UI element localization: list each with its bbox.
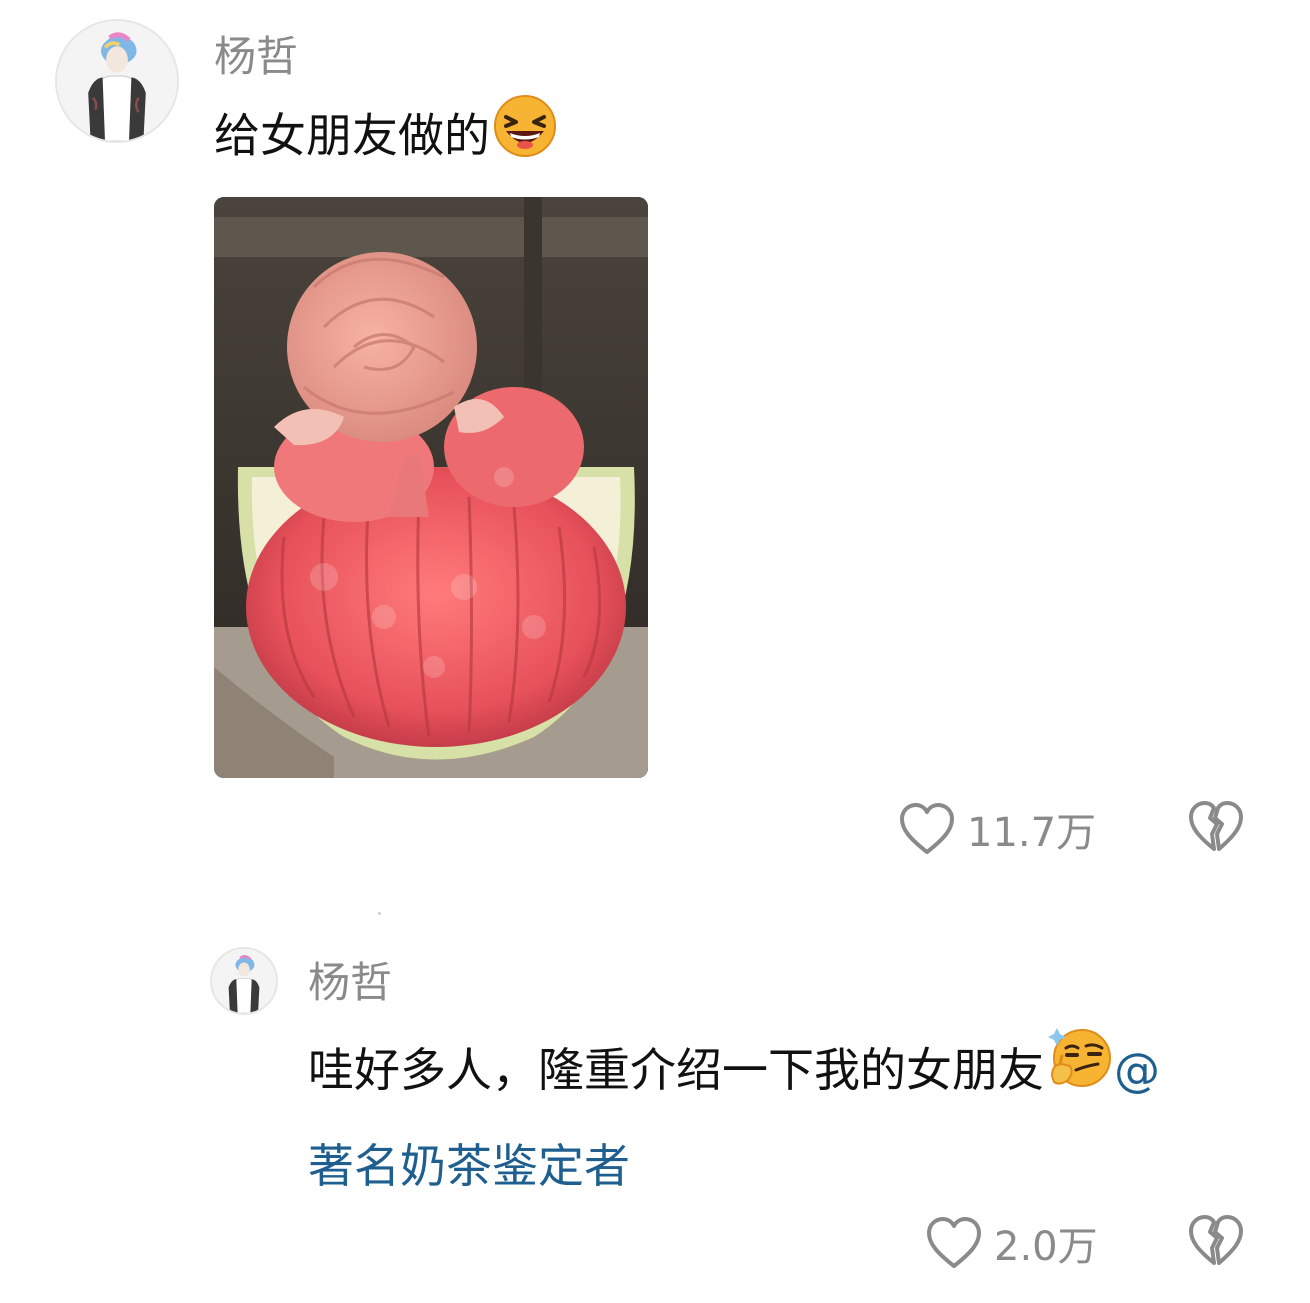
dislike-button[interactable] — [1188, 800, 1244, 858]
reply-like-count: 2.0万 — [994, 1224, 1098, 1270]
heart-outline-icon — [900, 803, 954, 854]
avatar[interactable] — [55, 19, 179, 143]
reply-text: 哇好多人，隆重介绍一下我的女朋友 @ 著名奶茶鉴定者 — [308, 1025, 1268, 1211]
broken-heart-icon — [1189, 801, 1243, 851]
comment-body: 给女朋友做的 — [214, 108, 490, 163]
pomelo-photo[interactable] — [214, 197, 648, 778]
username[interactable]: 杨哲 — [214, 36, 298, 78]
like-count: 11.7万 — [967, 810, 1097, 856]
grinning-squint-emoji — [492, 93, 558, 185]
reply-body: 哇好多人，隆重介绍一下我的女朋友 — [308, 1043, 1044, 1097]
like-button[interactable]: 11.7万 — [899, 800, 1096, 858]
mention-link[interactable]: 著名奶茶鉴定者 — [308, 1139, 630, 1193]
reply-avatar[interactable] — [210, 947, 278, 1015]
divider-dot — [378, 912, 381, 915]
mention-at[interactable]: @ — [1114, 1043, 1160, 1097]
reply-dislike-button[interactable] — [1188, 1214, 1244, 1272]
thinking-smirk-emoji — [1046, 1026, 1114, 1121]
comment-text: 给女朋友做的 — [214, 93, 558, 185]
heart-outline-icon — [927, 1217, 981, 1268]
reply-like-button[interactable]: 2.0万 — [926, 1214, 1098, 1272]
reply-username[interactable]: 杨哲 — [308, 962, 392, 1004]
broken-heart-icon — [1189, 1215, 1243, 1265]
